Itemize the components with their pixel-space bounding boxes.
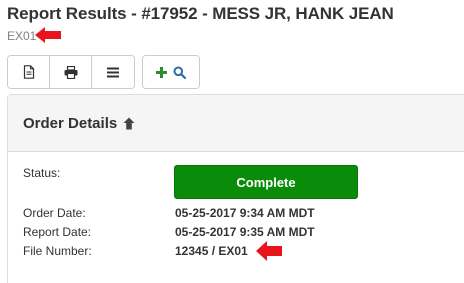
arrow-up-icon [123,117,135,130]
report-date-value: 05-25-2017 9:35 AM MDT [175,225,315,239]
report-results-page: Report Results - #17952 - MESS JR, HANK … [0,0,464,283]
add-icon [156,66,167,78]
order-date-value: 05-25-2017 9:34 AM MDT [175,206,315,220]
add-search-button[interactable] [143,56,199,88]
panel-heading[interactable]: Order Details [8,95,464,152]
order-details-panel: Order Details Status: Complete Order Dat… [7,94,464,283]
page-subtitle-wrap: EX01 [7,27,36,43]
toolbar-button-group [7,55,135,89]
add-search-button-group [142,55,200,89]
annotation-arrow-icon [256,241,282,261]
menu-icon [107,67,119,77]
search-icon [173,66,186,79]
file-number-value: 12345 / EX01 [175,244,248,258]
file-number-label: File Number: [23,244,92,258]
page-subtitle: EX01 [7,29,37,43]
menu-button[interactable] [92,56,134,88]
status-label: Status: [23,166,61,180]
print-button[interactable] [50,56,92,88]
report-date-label: Report Date: [23,225,92,239]
status-complete-badge[interactable]: Complete [174,165,358,199]
order-date-label: Order Date: [23,206,86,220]
page-title: Report Results - #17952 - MESS JR, HANK … [7,4,394,23]
panel-title: Order Details [23,114,118,132]
toolbar [7,55,200,89]
print-icon [64,65,77,79]
document-icon [23,65,34,79]
annotation-arrow-icon [35,27,61,43]
view-document-button[interactable] [8,56,50,88]
